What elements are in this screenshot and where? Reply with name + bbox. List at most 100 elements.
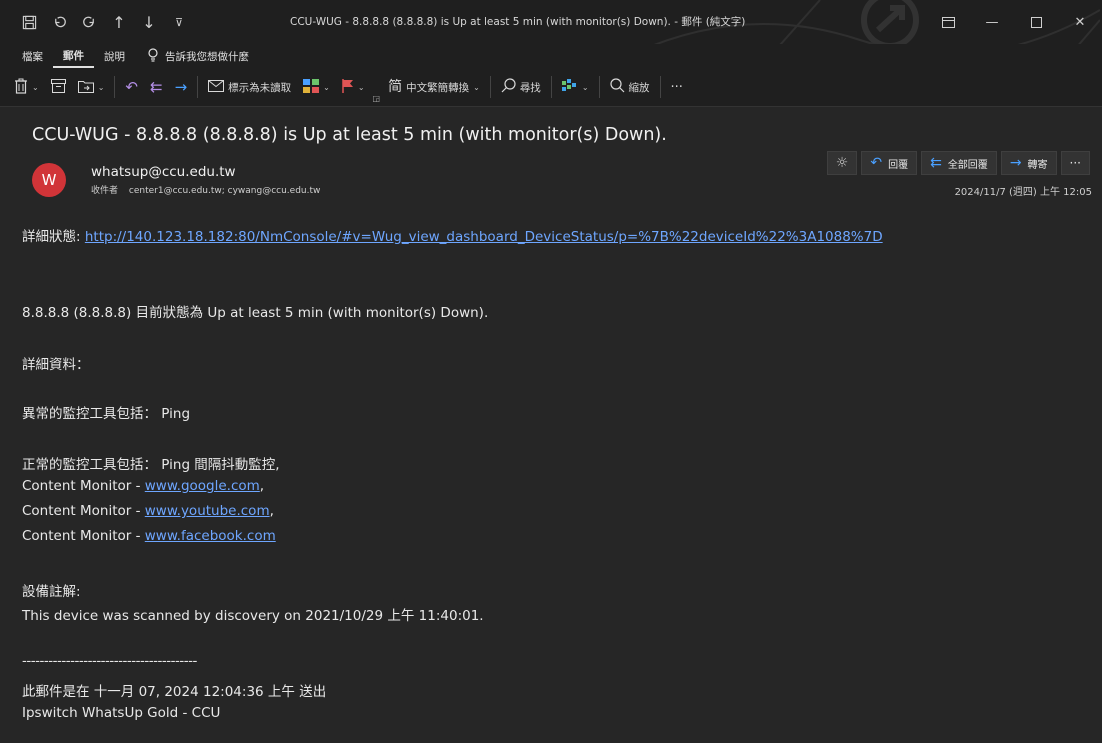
content-monitor-label: Content Monitor - — [22, 503, 145, 519]
sun-icon: ☼ — [835, 155, 849, 171]
content-monitor-google: Content Monitor - www.google.com, — [22, 478, 264, 494]
recipients-label: 收件者 — [91, 186, 119, 196]
content-monitor-facebook: Content Monitor - www.facebook.com — [22, 528, 276, 544]
move-button[interactable]: ⌄ — [72, 72, 111, 102]
categorize-icon — [303, 78, 320, 96]
archive-button[interactable] — [45, 72, 72, 102]
categorize-button[interactable]: ⌄ — [297, 72, 336, 102]
ribbon-divider — [197, 76, 199, 98]
tell-me-search[interactable]: 告訴我您想做什麼 — [147, 47, 249, 65]
ribbon-display-icon[interactable] — [926, 0, 970, 44]
facebook-link[interactable]: www.facebook.com — [145, 528, 276, 544]
chinese-convert-button[interactable]: 简 中文繁簡轉換 ⌄ — [382, 72, 486, 102]
maximize-icon[interactable] — [1014, 0, 1058, 44]
sender-address[interactable]: whatsup@ccu.edu.tw — [91, 164, 236, 180]
move-folder-icon — [77, 79, 94, 96]
zoom-button[interactable]: 縮放 — [604, 72, 656, 102]
ribbon-divider — [550, 76, 552, 98]
chevron-down-icon: ⌄ — [323, 82, 330, 92]
divider-line: ---------------------------------------- — [22, 653, 197, 669]
mark-unread-button[interactable]: 標示為未讀取 — [202, 72, 297, 102]
quick-access-toolbar: ↑ ↓ ⊽ — [0, 7, 194, 37]
delete-button[interactable]: ⌄ — [0, 72, 45, 102]
content-separator: , — [259, 478, 265, 494]
reply-all-label: 全部回覆 — [947, 159, 988, 171]
details-status-line: 詳細狀態: http://140.123.18.182:80/NmConsole… — [22, 225, 883, 245]
chevron-down-icon: ⌄ — [473, 82, 480, 92]
chevron-down-icon: ⌄ — [581, 82, 589, 92]
abnormal-monitors: 異常的監控工具包括： Ping — [22, 406, 191, 422]
down-arrow-icon[interactable]: ↓ — [134, 7, 164, 37]
menu-bar: 檔案 郵件 說明 告訴我您想做什麼 — [0, 44, 1102, 68]
tell-me-label: 告訴我您想做什麼 — [165, 50, 249, 63]
details-link[interactable]: http://140.123.18.182:80/NmConsole/#v=Wu… — [85, 229, 883, 245]
reply-icon: ↶ — [125, 77, 138, 96]
sent-line: 此郵件是在 十一月 07, 2024 12:04:36 上午 送出 — [22, 684, 327, 700]
sensitivity-button[interactable]: ☼ — [826, 151, 858, 175]
window-controls: — ✕ — [926, 0, 1102, 44]
normal-monitors: 正常的監控工具包括： Ping 間隔抖動監控, — [22, 457, 280, 473]
flag-button[interactable]: ⌄ — [336, 72, 371, 102]
chinese-convert-icon: 简 — [388, 79, 403, 95]
forward-label: 轉寄 — [1027, 159, 1048, 171]
recipients-line: 收件者 center1@ccu.edu.tw; cywang@ccu.edu.t… — [91, 183, 320, 196]
mark-unread-label: 標示為未讀取 — [228, 81, 292, 94]
reply-button[interactable]: ↶ 回覆 — [861, 151, 918, 175]
up-arrow-icon[interactable]: ↑ — [104, 7, 134, 37]
menu-message[interactable]: 郵件 — [53, 44, 94, 68]
addins-button[interactable]: ⌄ — [556, 72, 595, 102]
content-monitor-youtube: Content Monitor - www.youtube.com, — [22, 503, 274, 519]
minimize-icon[interactable]: — — [970, 0, 1014, 44]
notes-label: 設備註解: — [22, 584, 81, 600]
envelope-icon — [208, 79, 225, 95]
content-separator: , — [269, 503, 274, 519]
chevron-down-icon: ⌄ — [32, 82, 39, 92]
reply-all-button[interactable]: ⇇ 全部回覆 — [921, 151, 997, 175]
group-launcher-icon[interactable]: ◲ — [371, 90, 383, 106]
window-title: CCU-WUG - 8.8.8.8 (8.8.8.8) is Up at lea… — [290, 16, 746, 28]
avatar[interactable]: W — [32, 163, 66, 197]
archive-icon — [50, 78, 66, 96]
menu-help[interactable]: 說明 — [94, 44, 135, 68]
content-monitor-label: Content Monitor - — [22, 528, 145, 544]
title-bar: ↑ ↓ ⊽ CCU-WUG - 8.8.8.8 (8.8.8.8) is Up … — [0, 0, 1102, 90]
content-monitor-label: Content Monitor - — [22, 478, 145, 494]
details-header: 詳細資料： — [22, 357, 90, 373]
save-icon[interactable] — [14, 7, 44, 37]
zoom-icon — [609, 78, 625, 96]
find-button[interactable]: 尋找 — [495, 72, 547, 102]
reply-label: 回覆 — [888, 159, 909, 171]
redo-icon[interactable] — [74, 7, 104, 37]
more-commands-button[interactable]: ··· — [665, 72, 689, 102]
reply-ribbon-button[interactable]: ↶ — [119, 72, 144, 102]
google-link[interactable]: www.google.com — [145, 478, 260, 494]
zoom-label: 縮放 — [628, 81, 650, 94]
trash-icon — [14, 78, 28, 97]
recipients-value[interactable]: center1@ccu.edu.tw; cywang@ccu.edu.tw — [129, 186, 320, 196]
signature: Ipswitch WhatsUp Gold - CCU — [22, 705, 221, 721]
search-icon — [501, 78, 516, 96]
details-label: 詳細狀態: — [22, 229, 81, 245]
more-actions-button[interactable]: ··· — [1060, 151, 1090, 175]
forward-ribbon-button[interactable]: → — [169, 72, 194, 102]
forward-icon: → — [174, 77, 188, 96]
message-date: 2024/11/7 (週四) 上午 12:05 — [954, 187, 1092, 198]
youtube-link[interactable]: www.youtube.com — [145, 503, 270, 519]
ribbon-divider — [489, 76, 491, 98]
undo-icon[interactable] — [44, 7, 74, 37]
chevron-down-icon: ⌄ — [97, 82, 105, 92]
addins-icon — [561, 78, 578, 96]
ribbon-divider — [114, 76, 116, 98]
notes-text: This device was scanned by discovery on … — [22, 608, 484, 624]
forward-button[interactable]: → 轉寄 — [1000, 151, 1057, 175]
lightbulb-icon — [147, 47, 159, 65]
reply-all-ribbon-button[interactable]: ⇇ — [144, 72, 169, 102]
flag-icon — [342, 78, 354, 96]
status-line: 8.8.8.8 (8.8.8.8) 目前狀態為 Up at least 5 mi… — [22, 305, 489, 321]
customize-icon[interactable]: ⊽ — [164, 7, 194, 37]
menu-file[interactable]: 檔案 — [0, 44, 53, 68]
find-label: 尋找 — [519, 81, 541, 94]
close-icon[interactable]: ✕ — [1058, 0, 1102, 44]
reply-all-icon: ⇇ — [149, 77, 163, 96]
chinese-convert-label: 中文繁簡轉換 — [406, 81, 470, 94]
